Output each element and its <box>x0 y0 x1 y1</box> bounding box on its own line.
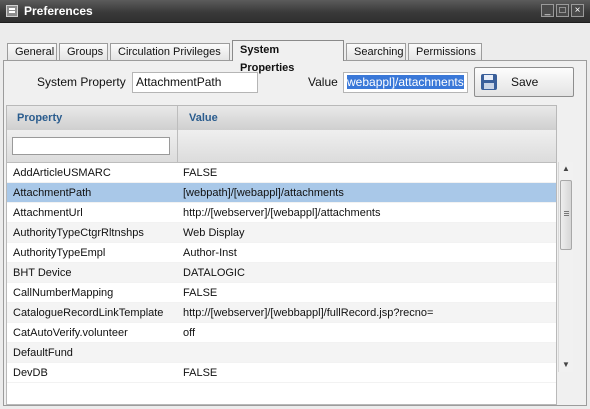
tab-circulation-privileges[interactable]: Circulation Privileges <box>110 43 230 60</box>
column-divider[interactable] <box>177 106 178 162</box>
tab-searching[interactable]: Searching <box>346 43 406 60</box>
cell-value: FALSE <box>183 287 218 299</box>
table-row[interactable]: CatalogueRecordLinkTemplate http://[webse… <box>7 303 556 323</box>
window-icon <box>6 5 18 17</box>
save-disk-icon <box>481 74 497 90</box>
window-title: Preferences <box>24 4 93 18</box>
cell-value: http://[webserver]/[webbappl]/fullRecord… <box>183 307 434 319</box>
system-property-label: System Property <box>37 75 126 89</box>
close-button[interactable]: × <box>571 4 584 17</box>
tab-system-properties[interactable]: System Properties <box>232 40 344 74</box>
value-label: Value <box>308 75 338 89</box>
cell-property: CallNumberMapping <box>13 287 114 299</box>
property-filter-input[interactable] <box>12 137 170 155</box>
vertical-scrollbar[interactable]: ▲ ▼ <box>558 162 573 372</box>
table-row[interactable]: CallNumberMapping FALSE <box>7 283 556 303</box>
table-row[interactable]: AuthorityTypeCtgrRltnshps Web Display <box>7 223 556 243</box>
cell-value: FALSE <box>183 367 218 379</box>
properties-grid: Property Value AddArticleUSMARC FALSE Att… <box>6 105 557 405</box>
cell-value: Web Display <box>183 227 245 239</box>
table-row[interactable]: AuthorityTypeEmpl Author-Inst <box>7 243 556 263</box>
cell-value: http://[webserver]/[webappl]/attachments <box>183 207 381 219</box>
table-row[interactable]: DevDB FALSE <box>7 363 556 383</box>
cell-property: AuthorityTypeCtgrRltnshps <box>13 227 144 239</box>
cell-property: AuthorityTypeEmpl <box>13 247 106 259</box>
cell-property: DevDB <box>13 367 48 379</box>
table-row[interactable]: AttachmentUrl http://[webserver]/[webappl… <box>7 203 556 223</box>
cell-value: off <box>183 327 196 339</box>
column-header-value[interactable]: Value <box>179 106 556 130</box>
cell-property: CatalogueRecordLinkTemplate <box>13 307 164 319</box>
cell-property: CatAutoVerify.volunteer <box>13 327 128 339</box>
cell-value: FALSE <box>183 167 218 179</box>
cell-value: [webpath]/[webappl]/attachments <box>183 187 344 199</box>
minimize-button[interactable]: _ <box>541 4 554 17</box>
tab-bar: General Groups Circulation Privileges Sy… <box>0 36 590 74</box>
column-header-property[interactable]: Property <box>7 106 177 130</box>
table-row[interactable]: AddArticleUSMARC FALSE <box>7 163 556 183</box>
scroll-up-arrow-icon[interactable]: ▲ <box>559 162 573 176</box>
table-row[interactable]: CatAutoVerify.volunteer off <box>7 323 556 343</box>
scroll-down-arrow-icon[interactable]: ▼ <box>559 358 573 372</box>
cell-property: BHT Device <box>13 267 72 279</box>
restore-button[interactable]: □ <box>556 4 569 17</box>
table-row[interactable]: BHT Device DATALOGIC <box>7 263 556 283</box>
system-properties-panel: System Property AttachmentPath Value web… <box>3 60 587 406</box>
table-row-selected[interactable]: AttachmentPath [webpath]/[webappl]/attach… <box>7 183 556 203</box>
save-button[interactable]: Save <box>474 67 574 97</box>
title-bar[interactable]: Preferences _ □ × <box>0 0 590 23</box>
tab-groups[interactable]: Groups <box>59 43 108 60</box>
tab-permissions[interactable]: Permissions <box>408 43 482 60</box>
save-button-label: Save <box>511 75 539 89</box>
value-selected-text: webappl]/attachments <box>347 75 464 89</box>
cell-property: DefaultFund <box>13 347 73 359</box>
cell-property: AttachmentUrl <box>13 207 83 219</box>
scrollbar-thumb[interactable] <box>560 180 572 250</box>
table-row[interactable]: DefaultFund <box>7 343 556 363</box>
cell-property: AddArticleUSMARC <box>13 167 111 179</box>
cell-value: Author-Inst <box>183 247 237 259</box>
value-input[interactable]: webappl]/attachments <box>343 72 468 93</box>
cell-property: AttachmentPath <box>13 187 92 199</box>
tab-general[interactable]: General <box>7 43 57 60</box>
cell-value: DATALOGIC <box>183 267 245 279</box>
grid-header: Property Value <box>7 106 556 131</box>
filter-row <box>7 130 556 163</box>
grid-rows: AddArticleUSMARC FALSE AttachmentPath [web… <box>7 163 556 383</box>
